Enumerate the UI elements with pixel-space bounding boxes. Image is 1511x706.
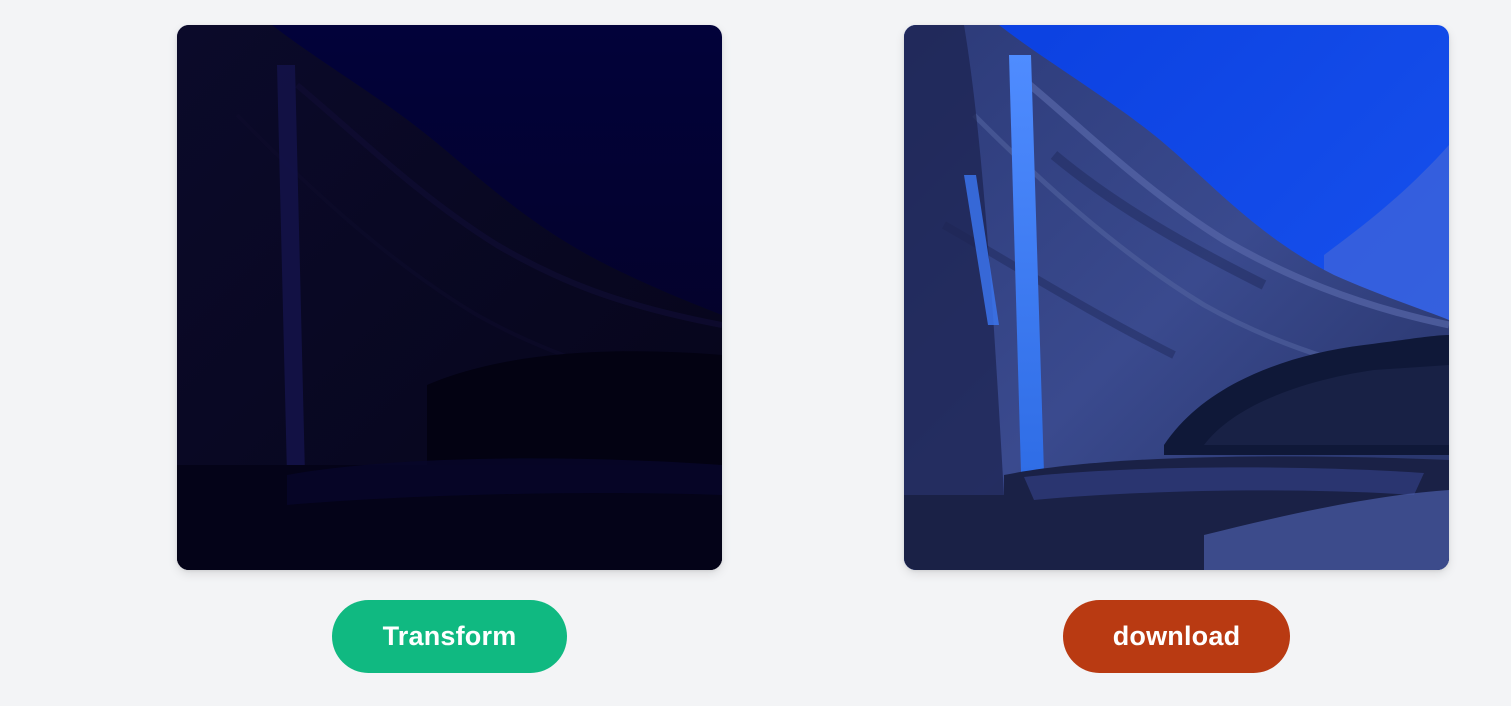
transform-button[interactable]: Transform (332, 600, 567, 673)
output-image (904, 25, 1449, 570)
input-image (177, 25, 722, 570)
image-transform-workspace: Transform download (0, 0, 1511, 706)
input-image-canvas (177, 25, 722, 570)
download-button[interactable]: download (1063, 600, 1290, 673)
output-image-canvas (904, 25, 1449, 570)
